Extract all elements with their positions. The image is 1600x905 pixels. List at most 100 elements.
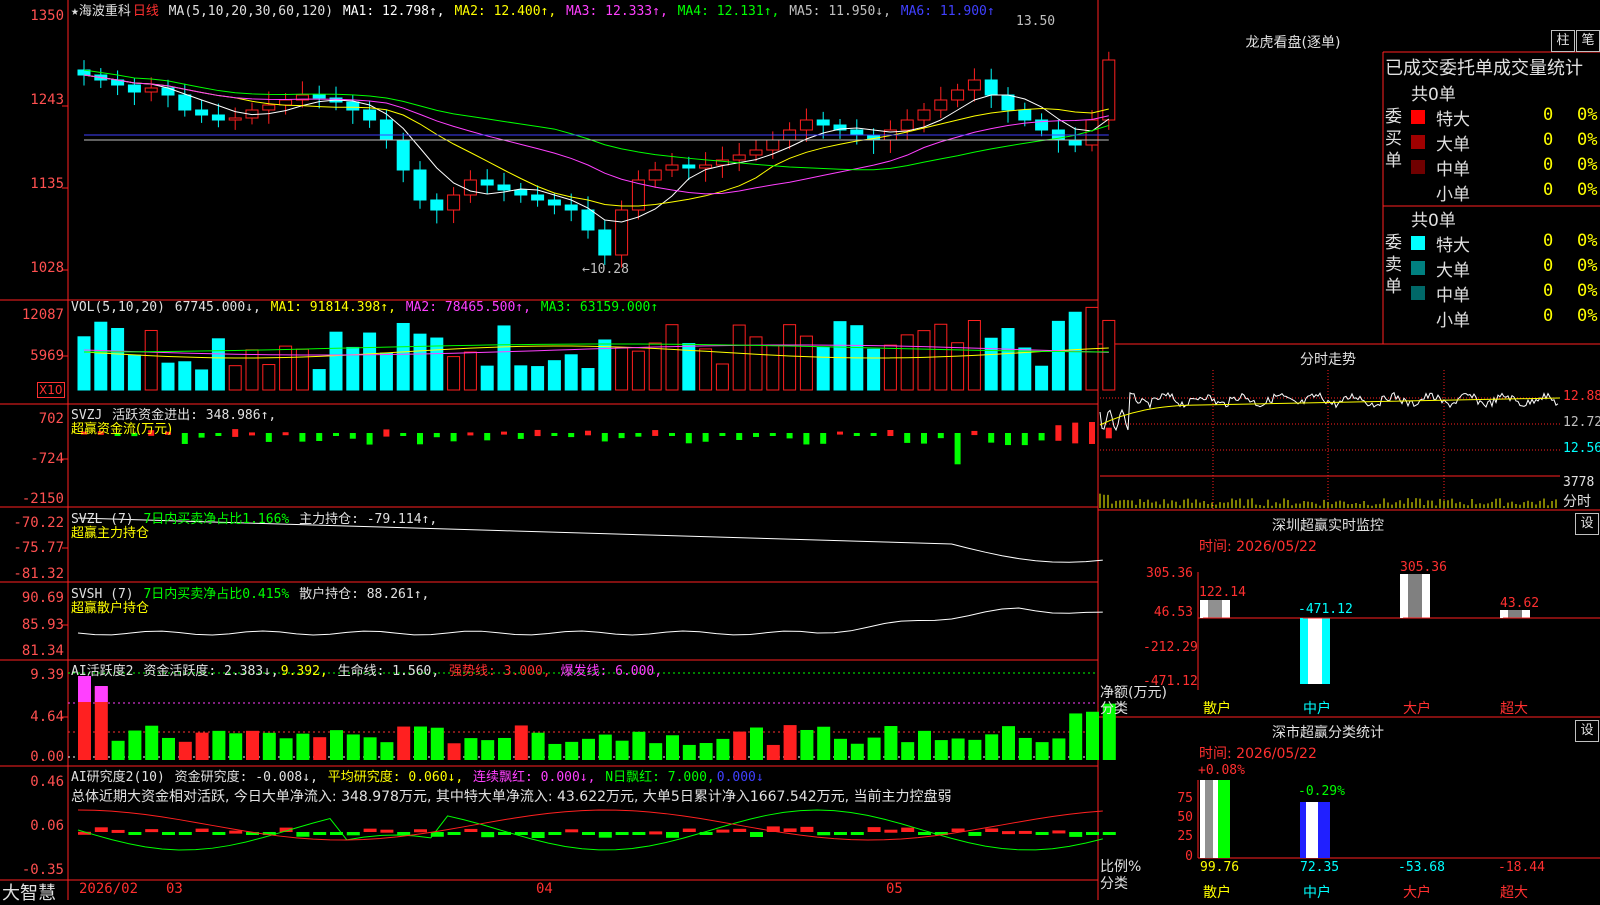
activity-bar [145, 725, 159, 760]
activity-bar [212, 730, 226, 760]
price-tick: 1350 [30, 8, 64, 24]
volume-bar [783, 324, 797, 391]
brand-logo: 大智慧 [2, 883, 56, 904]
flow-bar [652, 430, 659, 436]
activity-bar [414, 726, 427, 760]
legend-swatch [1411, 236, 1425, 250]
research-line [77, 809, 1103, 851]
volume-bar [195, 369, 209, 391]
tab-orders[interactable]: 委托单 [1439, 58, 1493, 79]
fenshi-tick: 3778 [1563, 475, 1595, 490]
research-bar [1002, 831, 1015, 835]
tick-button[interactable]: 笔 [1576, 30, 1600, 52]
flow-bar [249, 432, 255, 436]
ai1-tick: 0.00 [30, 749, 64, 765]
flow-bar [719, 433, 726, 436]
activity-bar [330, 730, 343, 760]
order-count: 0 [1543, 130, 1554, 150]
research-bar [1102, 832, 1116, 835]
research-bar [1086, 832, 1099, 835]
settings-button[interactable]: 设 [1575, 513, 1599, 535]
activity-bar [766, 744, 780, 760]
tab-filled[interactable]: 已成交 [1385, 58, 1439, 79]
szfl-bottom: 72.35 [1300, 860, 1340, 875]
flow-bar [736, 433, 743, 440]
svsh-subtitle: 超赢散户持仓 [71, 601, 150, 616]
longhu-tabs: 已成交委托单成交量统计 [1385, 54, 1583, 80]
activity-bar [934, 740, 948, 760]
settings-button[interactable]: 设 [1575, 720, 1599, 742]
flow-bar [1005, 433, 1011, 446]
szjk-value: -471.12 [1298, 602, 1353, 617]
order-count: 0 [1543, 155, 1554, 175]
research-bar [1035, 832, 1049, 835]
activity-bar [783, 725, 797, 760]
ai1-tick: 9.39 [30, 667, 64, 683]
szfl-xlabel: 分类 [1100, 876, 1128, 892]
volume-bar [984, 337, 998, 391]
flow-bar [887, 429, 894, 437]
volume-bar [547, 360, 561, 391]
research-bar [414, 829, 427, 833]
szfl-tick: 75 [1177, 791, 1193, 806]
low-label: ←10.28 [582, 262, 629, 277]
candle [312, 94, 326, 99]
flow-bar [1072, 422, 1079, 444]
ai1-header: AI活跃度2 资金活跃度: 2.383↓, 9.392, 生命线: 1.560, … [71, 664, 663, 679]
volume-bar [480, 365, 494, 391]
research-bar [649, 831, 663, 835]
activity-bar [666, 735, 679, 760]
volume-bar [766, 344, 780, 391]
activity-bar [531, 732, 545, 760]
activity-bar [111, 740, 125, 760]
date-label: 2026/02 [79, 881, 139, 897]
szfl-title: 深市超赢分类统计 [1272, 725, 1384, 741]
chart-canvas[interactable] [0, 0, 1600, 900]
research-bar [800, 826, 814, 832]
vol-unit: X10 [37, 382, 65, 398]
activity-bar [262, 732, 276, 760]
szjk-cat: 中户 [1303, 701, 1331, 717]
flow-bar [366, 433, 373, 445]
column-button[interactable]: 柱 [1551, 30, 1575, 52]
research-bar [582, 832, 595, 835]
research-bar [968, 832, 982, 836]
flow-bar [904, 433, 911, 443]
volume-bar [867, 348, 881, 391]
candle [799, 119, 813, 131]
szjk-cat: 大户 [1403, 701, 1431, 717]
volume-bar [665, 324, 679, 391]
order-size-label: 大单 [1436, 135, 1470, 155]
research-bar [111, 829, 125, 833]
candle [766, 139, 780, 151]
activity-bar [565, 741, 579, 760]
activity-bar [800, 729, 814, 760]
activity-bar [481, 740, 495, 760]
period-label: 日线 [132, 4, 159, 19]
ai2-tick: 0.46 [30, 774, 64, 790]
szjk-cat: 散户 [1203, 701, 1231, 717]
volume-bar [463, 351, 477, 391]
research-bar [195, 828, 209, 832]
tab-volume-stats[interactable]: 成交量统计 [1493, 58, 1583, 79]
research-bar [313, 832, 327, 835]
research-bar [548, 832, 562, 835]
candle [917, 109, 931, 121]
research-bar [481, 832, 495, 838]
szjk-title: 深圳超赢实时监控 [1272, 518, 1384, 534]
ai2-tick: 0.06 [30, 818, 64, 834]
order-size-label: 小单 [1436, 311, 1470, 331]
sell-orders-label: 委卖单 [1385, 233, 1402, 297]
flow-bar [467, 432, 474, 436]
activity-bar [632, 731, 646, 760]
sell-total: 共0单 [1411, 211, 1456, 231]
candle [279, 99, 293, 106]
buy-orders-label: 委买单 [1385, 107, 1402, 171]
flow-bar [417, 433, 423, 445]
candle [1001, 94, 1015, 111]
volume-bar [732, 324, 746, 391]
activity-bar [918, 730, 931, 760]
research-bar [346, 832, 360, 836]
svzl-tick: -81.32 [13, 566, 64, 582]
activity-bar [380, 742, 394, 760]
